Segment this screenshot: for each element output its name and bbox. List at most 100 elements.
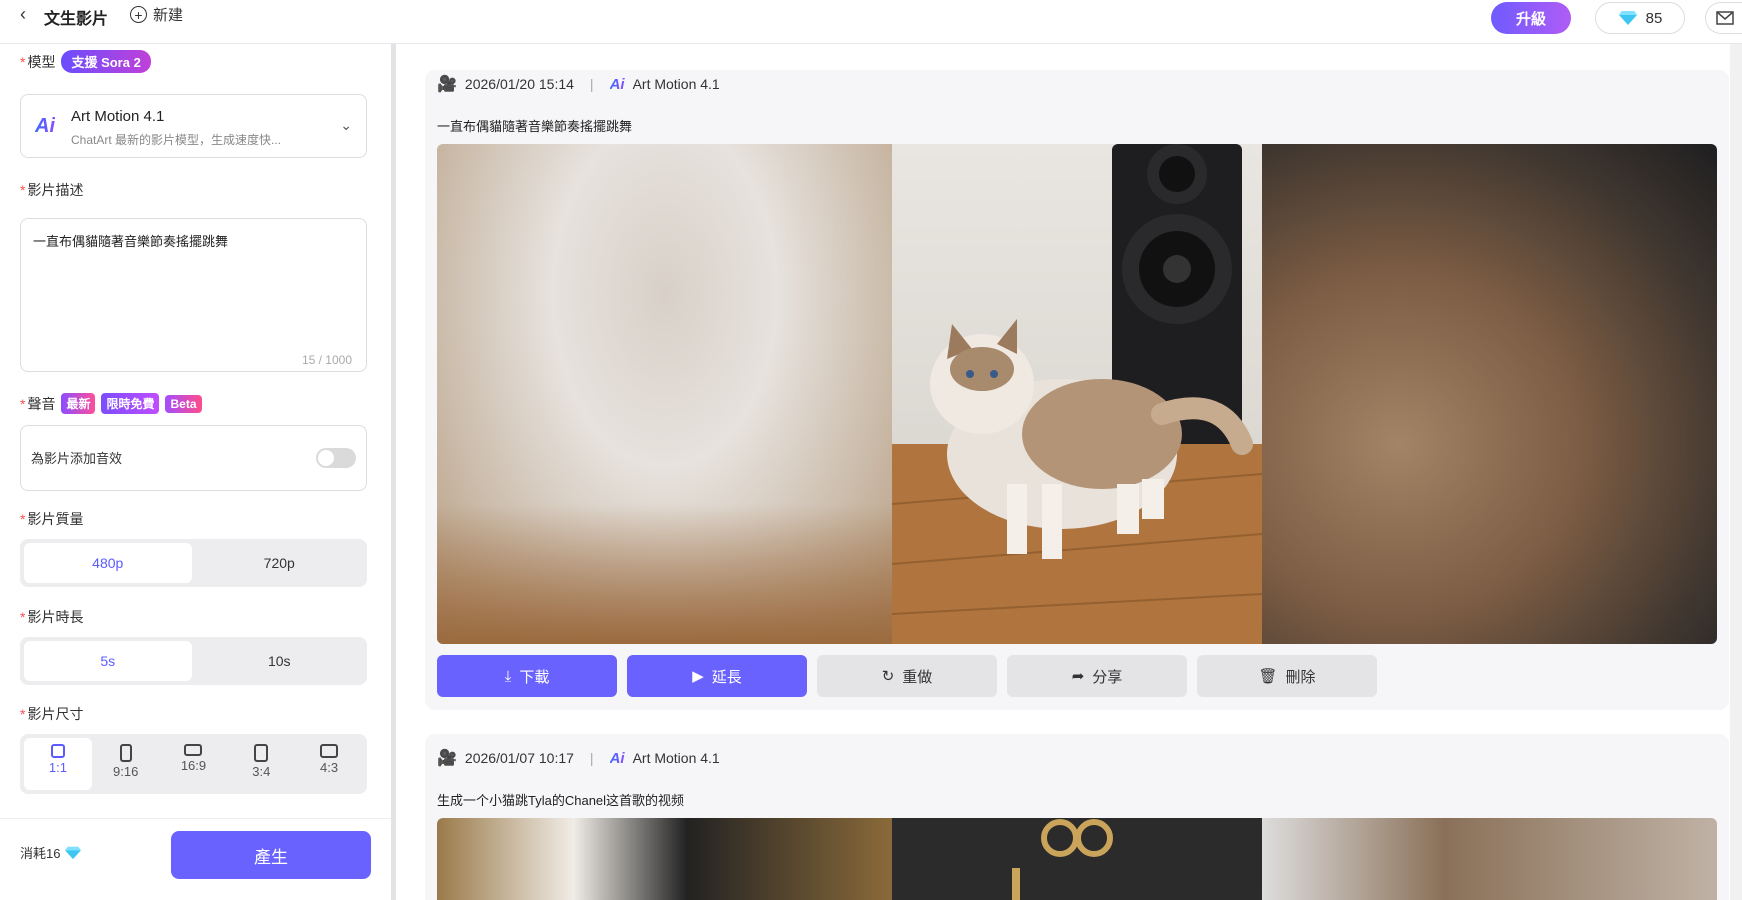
video-thumbnail[interactable] (437, 144, 1717, 644)
main-scrollbar[interactable] (1730, 44, 1742, 900)
card-header: 🎥 2026/01/20 15:14 | Ai Art Motion 4.1 (437, 74, 720, 94)
portrait-icon (254, 744, 269, 762)
size-9-16-label: 9:16 (113, 764, 139, 779)
duration-selector: 5s 10s (20, 637, 367, 685)
quality-480p[interactable]: 480p (24, 543, 192, 583)
required-mark: * (20, 53, 26, 70)
square-icon (50, 744, 65, 758)
divider: | (589, 76, 594, 92)
quality-selector: 480p 720p (20, 539, 367, 587)
gem-count: 85 (1645, 9, 1663, 27)
credit-cost: 消耗16 (20, 843, 82, 862)
card-actions: ⤓ 下載 ▶ 延長 ↻ 重做 ➦ 分享 🗑 刪除 (437, 655, 1377, 697)
model-label: 模型 (27, 53, 56, 70)
share-label: 分享 (1092, 668, 1123, 686)
cat-video-frame (892, 144, 1262, 644)
delete-button[interactable]: 🗑 刪除 (1197, 655, 1377, 697)
landscape-icon (320, 744, 339, 758)
landscape-icon (184, 744, 203, 756)
sound-toggle-label: 為影片添加音效 (31, 451, 123, 466)
required-mark: * (20, 609, 26, 625)
new-button-label: 新建 (153, 7, 184, 24)
card-model: Art Motion 4.1 (632, 76, 720, 92)
char-counter: 15 / 1000 (301, 353, 352, 367)
sound-label: 聲音 (27, 395, 56, 412)
quality-720p[interactable]: 720p (196, 543, 364, 583)
blurred-background-right (1262, 818, 1717, 900)
video-card: 🎥 2026/01/07 10:17 | Ai Art Motion 4.1 生… (425, 734, 1729, 900)
ai-logo-icon: Ai (609, 749, 625, 767)
top-bar: ‹ 文生影片 + 新建 升級 85 (0, 0, 1742, 44)
tag-free: 限時免費 (101, 393, 160, 414)
video-camera-icon: 🎥 (437, 76, 457, 93)
size-3-4-label: 3:4 (252, 764, 271, 779)
settings-sidebar: * 模型 支援 Sora 2 Ai Art Motion 4.1 ChatArt… (0, 44, 396, 900)
upgrade-button[interactable]: 升級 (1491, 2, 1571, 34)
quality-label: 影片質量 (27, 511, 84, 527)
duration-label: 影片時長 (27, 609, 84, 625)
redo-button[interactable]: ↻ 重做 (817, 655, 997, 697)
video-description-input[interactable]: 一直布偶貓隨著音樂節奏搖擺跳舞 15 / 1000 (20, 218, 367, 372)
size-label-row: * 影片尺寸 (20, 704, 83, 724)
redo-label: 重做 (902, 668, 933, 686)
generate-button[interactable]: 產生 (171, 831, 371, 879)
share-icon: ➦ (1071, 668, 1085, 685)
card-header: 🎥 2026/01/07 10:17 | Ai Art Motion 4.1 (437, 748, 720, 768)
size-9-16[interactable]: 9:16 (92, 738, 160, 790)
divider: | (589, 750, 594, 766)
size-3-4[interactable]: 3:4 (227, 738, 295, 790)
extend-button[interactable]: ▶ 延長 (627, 655, 807, 697)
duration-label-row: * 影片時長 (20, 607, 83, 627)
extend-label: 延長 (711, 668, 742, 686)
blurred-background-left (437, 818, 892, 900)
video-camera-icon: 🎥 (437, 750, 457, 767)
results-panel: 🎥 2026/01/20 15:14 | Ai Art Motion 4.1 一… (396, 44, 1742, 900)
new-button[interactable]: + 新建 (130, 4, 183, 25)
back-icon[interactable]: ‹ (20, 4, 26, 25)
required-mark: * (20, 395, 26, 412)
required-mark: * (20, 511, 26, 527)
mail-button[interactable] (1705, 2, 1742, 34)
redo-icon: ↻ (881, 668, 895, 685)
download-label: 下載 (519, 668, 550, 686)
video-thumbnail[interactable] (437, 818, 1717, 900)
size-4-3[interactable]: 4:3 (295, 738, 363, 790)
tag-beta: Beta (165, 394, 202, 413)
card-timestamp: 2026/01/07 10:17 (464, 750, 574, 766)
description-text: 一直布偶貓隨著音樂節奏搖擺跳舞 (33, 234, 229, 249)
video-card: 🎥 2026/01/20 15:14 | Ai Art Motion 4.1 一… (425, 70, 1729, 710)
duration-5s[interactable]: 5s (24, 641, 192, 681)
model-label-row: * 模型 支援 Sora 2 (20, 50, 151, 73)
model-select[interactable]: Ai Art Motion 4.1 ChatArt 最新的影片模型，生成速度快.… (20, 94, 367, 158)
sidebar-scroll-area[interactable]: * 模型 支援 Sora 2 Ai Art Motion 4.1 ChatArt… (0, 44, 393, 818)
cost-label: 消耗16 (20, 846, 61, 861)
delete-label: 刪除 (1285, 668, 1316, 686)
size-4-3-label: 4:3 (320, 760, 339, 775)
tag-new: 最新 (61, 393, 96, 414)
size-1-1[interactable]: 1:1 (24, 738, 92, 790)
size-1-1-label: 1:1 (48, 760, 67, 775)
download-button[interactable]: ⤓ 下載 (437, 655, 617, 697)
size-16-9-label: 16:9 (180, 758, 207, 773)
chevron-down-icon: ⌄ (340, 117, 352, 133)
card-model: Art Motion 4.1 (632, 750, 720, 766)
chanel-logo-image (1012, 819, 1113, 900)
sora-badge: 支援 Sora 2 (61, 50, 151, 73)
plus-circle-icon: + (130, 6, 147, 23)
size-selector: 1:1 9:16 16:9 3:4 4:3 (20, 734, 367, 794)
share-button[interactable]: ➦ 分享 (1007, 655, 1187, 697)
diamond-icon (1618, 11, 1637, 25)
ai-logo-icon: Ai (609, 75, 625, 93)
gem-balance[interactable]: 85 (1595, 2, 1685, 34)
required-mark: * (20, 706, 26, 722)
card-prompt: 生成一个小猫跳Tyla的Chanel这首歌的视频 (437, 793, 685, 808)
download-icon: ⤓ (504, 667, 512, 685)
duration-10s[interactable]: 10s (196, 641, 364, 681)
required-mark: * (20, 182, 26, 198)
sound-toggle[interactable] (316, 448, 356, 468)
blurred-background-left (437, 144, 892, 644)
size-label: 影片尺寸 (27, 706, 84, 722)
quality-label-row: * 影片質量 (20, 509, 83, 529)
size-16-9[interactable]: 16:9 (160, 738, 228, 790)
cat-with-speaker-image (892, 144, 1262, 644)
